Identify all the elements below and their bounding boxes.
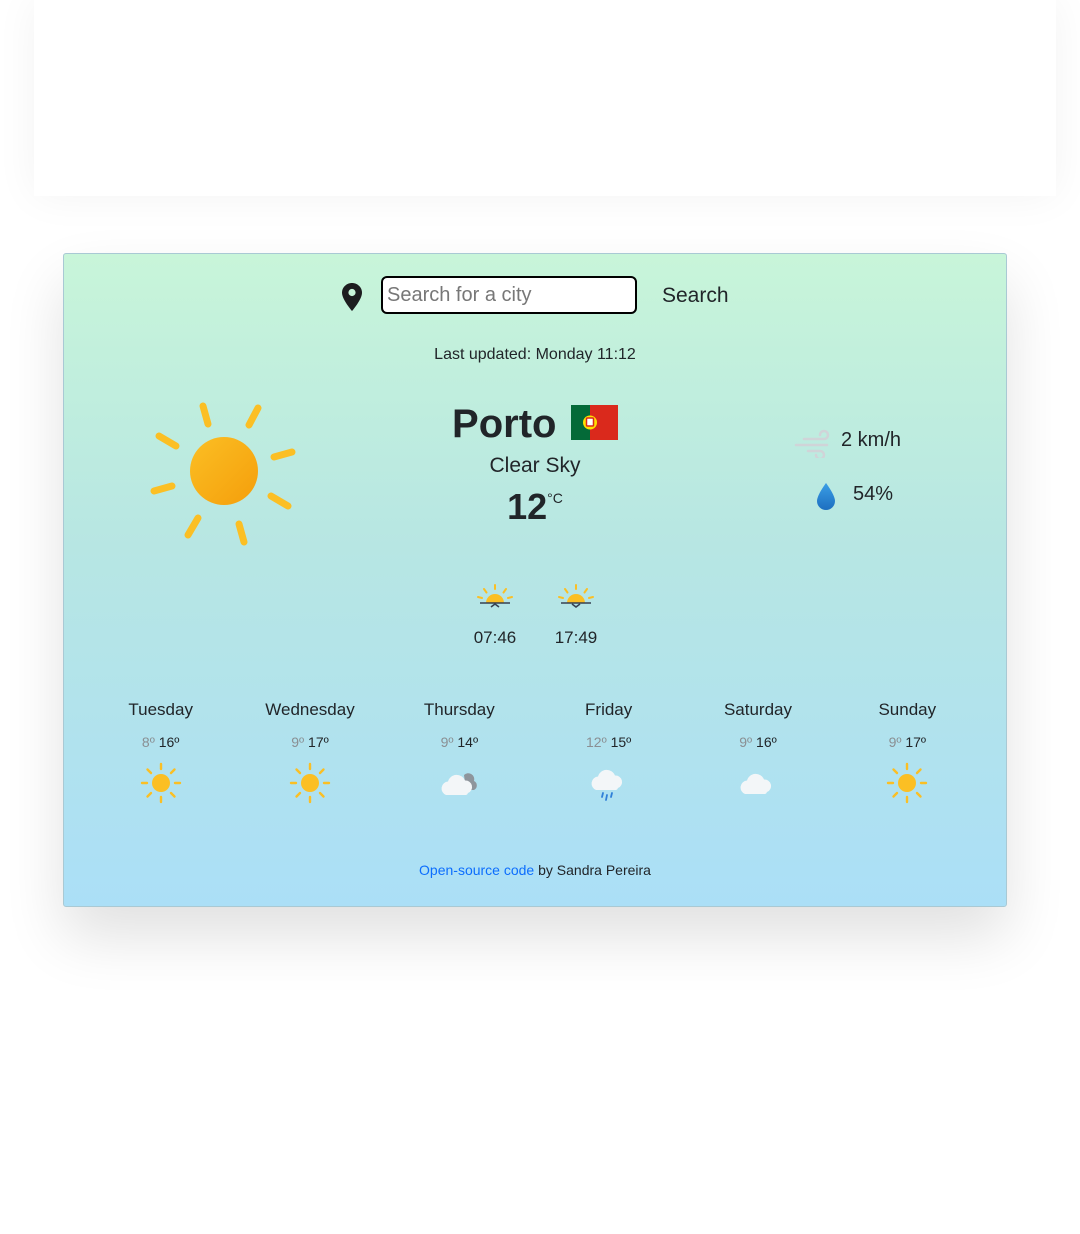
sunrise: 07:46: [460, 584, 530, 648]
forecast-temps: 9º 14º: [385, 734, 534, 754]
forecast-max: 17º: [905, 734, 927, 750]
forecast-min: 9º: [739, 734, 753, 750]
forecast-day: Wednesday 9º 17º: [235, 700, 384, 804]
sunrise-time: 07:46: [473, 628, 517, 647]
forecast-day-name: Tuesday: [128, 700, 193, 719]
forecast-min: 8º: [141, 734, 155, 750]
forecast-min: 9º: [291, 734, 305, 750]
forecast-max: 16º: [756, 734, 777, 750]
sun-icon: [887, 762, 928, 804]
forecast-max: 15º: [610, 734, 632, 750]
forecast-max: 16º: [158, 734, 180, 750]
forecast-max: 17º: [308, 734, 329, 750]
cloudy-icon: [441, 773, 478, 795]
last-updated: Last updated: Monday 11:12: [434, 346, 636, 363]
forecast-temps: 9º 17º: [235, 734, 384, 754]
humidity-value: 54%: [853, 483, 894, 505]
wind-speed: 2 km/h: [841, 429, 902, 451]
sunset: 17:49: [541, 584, 611, 648]
sun-icon: [289, 762, 331, 804]
forecast-temps: 9º 16º: [683, 734, 832, 754]
weather-card: Search Last updated: Monday 11:12 Porto: [63, 253, 1007, 907]
sunset-time: 17:49: [554, 628, 598, 647]
forecast-day: Saturday 9º 16º: [683, 700, 832, 804]
wind-icon: [794, 429, 830, 458]
location-pin-icon[interactable]: [342, 283, 362, 311]
search-button[interactable]: Search: [654, 278, 737, 314]
forecast-min: 9º: [888, 734, 902, 750]
footer: Open-source code by Sandra Pereira: [64, 862, 1006, 878]
rain-icon: [591, 769, 622, 801]
forecast-day-name: Wednesday: [265, 700, 355, 719]
forecast-day-name: Sunday: [878, 700, 937, 719]
open-source-link[interactable]: Open-source code: [419, 862, 534, 878]
city-name: Porto: [452, 402, 557, 446]
forecast: Tuesday 8º 16º Wednesday 9º 17º Thursday…: [86, 700, 982, 804]
temperature-value: 12: [507, 486, 548, 527]
forecast-day-name: Saturday: [723, 700, 792, 719]
forecast-day-name: Friday: [585, 700, 633, 719]
sun-icon: [140, 762, 181, 804]
forecast-min: 9º: [440, 734, 454, 750]
forecast-day: Sunday 9º 17º: [833, 700, 982, 804]
forecast-day-name: Thursday: [423, 700, 495, 719]
sunset-icon: [558, 584, 594, 608]
top-panel: [34, 0, 1056, 196]
forecast-day: Tuesday 8º 16º: [86, 700, 235, 804]
forecast-min: 12º: [586, 734, 607, 750]
forecast-day: Thursday 9º 14º: [385, 700, 534, 804]
forecast-temps: 9º 17º: [833, 734, 982, 754]
humidity-drop-icon: [817, 483, 835, 510]
footer-author: by Sandra Pereira: [534, 862, 651, 878]
forecast-temps: 12º 15º: [534, 734, 683, 754]
forecast-max: 14º: [457, 734, 479, 750]
portugal-flag-icon: [570, 405, 618, 440]
forecast-temps: 8º 16º: [86, 734, 235, 754]
forecast-day: Friday 12º 15º: [534, 700, 683, 804]
weather-description: Clear Sky: [489, 454, 581, 477]
cloud-icon: [740, 773, 772, 794]
sunrise-icon: [477, 584, 513, 608]
temperature-unit: °C: [547, 490, 563, 506]
search-input[interactable]: [381, 276, 637, 314]
